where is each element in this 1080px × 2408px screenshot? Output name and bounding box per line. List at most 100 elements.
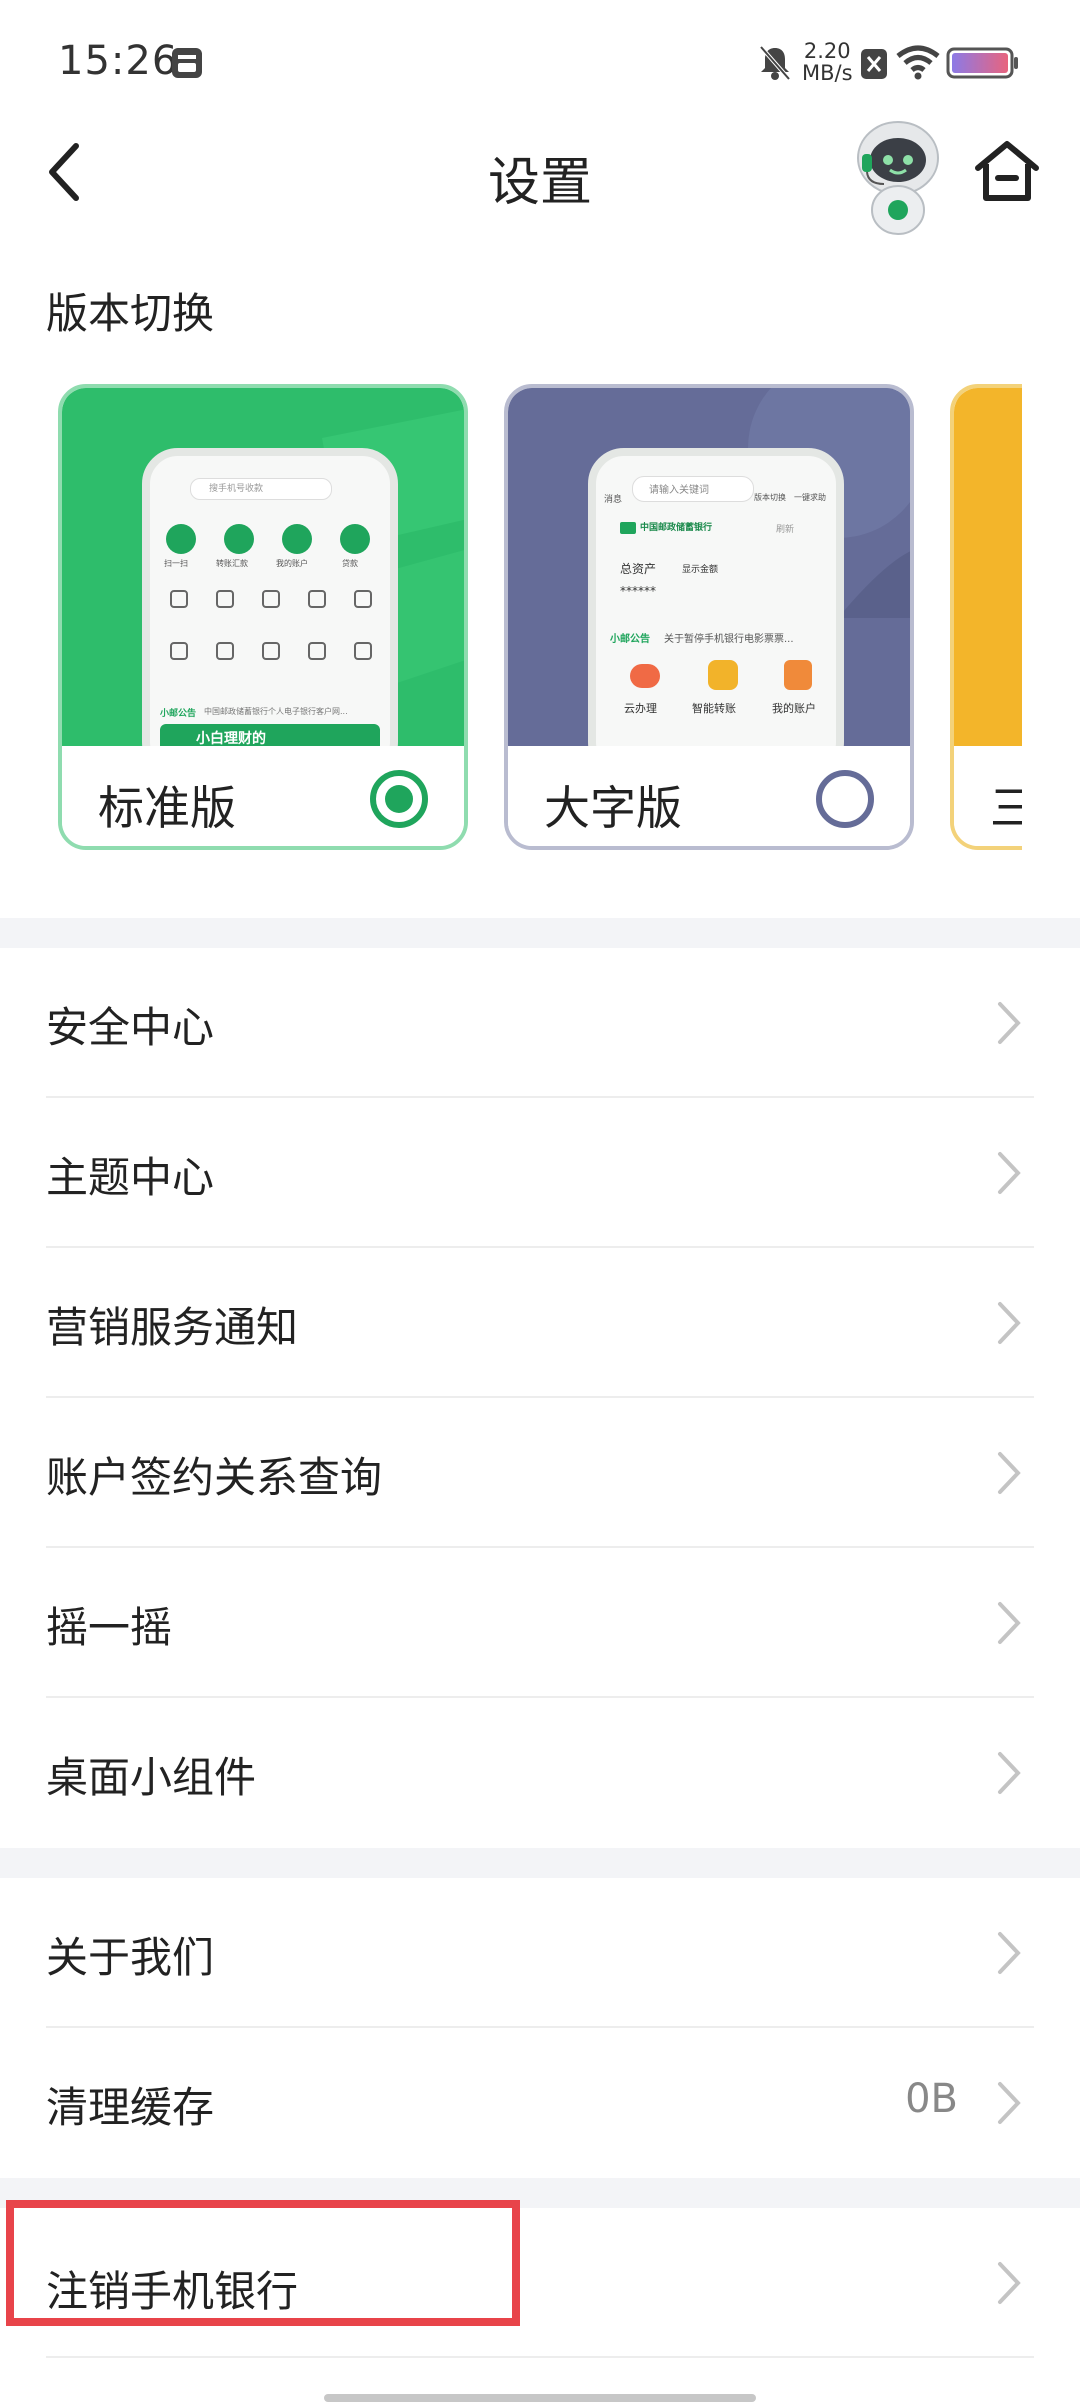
net-speed-value: 2.20 bbox=[803, 39, 851, 63]
preview-account-icon bbox=[784, 660, 812, 690]
chevron-right-icon bbox=[998, 1932, 1021, 1974]
preview-small-icon bbox=[262, 590, 280, 608]
preview-label-transfer: 转账汇款 bbox=[216, 559, 248, 568]
chevron-right-icon bbox=[998, 1752, 1021, 1794]
notification-app-icon bbox=[172, 48, 202, 78]
preview-label-scan: 扫一扫 bbox=[164, 559, 188, 568]
preview-small-icon bbox=[354, 642, 372, 660]
cache-size-value: 0B bbox=[905, 2076, 958, 2122]
preview-refresh: 刷新 bbox=[776, 525, 795, 535]
preview-label-my-account: 我的账户 bbox=[772, 702, 816, 715]
chevron-right-icon bbox=[998, 1602, 1021, 1644]
preview-scan-icon bbox=[166, 524, 196, 554]
preview-notice-tag: 小邮公告 bbox=[160, 709, 197, 719]
version-card-third[interactable]: 三 bbox=[950, 384, 1022, 850]
version-label-third: 三 bbox=[990, 772, 1022, 838]
radio-unselected-icon[interactable] bbox=[816, 770, 874, 828]
preview-notice-tag: 小邮公告 bbox=[610, 634, 650, 645]
preview-label-messages: 消息 bbox=[604, 495, 623, 505]
preview-label-version-switch: 版本切换 bbox=[754, 493, 786, 502]
gesture-home-bar[interactable] bbox=[324, 2394, 756, 2402]
version-card-large-font-footer: 大字版 bbox=[508, 746, 910, 846]
chevron-right-icon bbox=[998, 2082, 1021, 2124]
standard-phone-preview: 搜手机号收款 扫一扫 转账汇款 我的账户 贷款 小邮公告 中国邮政储蓄银行个人电… bbox=[142, 448, 398, 778]
preview-label-loan: 贷款 bbox=[342, 559, 358, 568]
row-label: 账户签约关系查询 bbox=[46, 1453, 383, 1502]
version-label-large-font: 大字版 bbox=[544, 781, 682, 835]
sim-blocked-icon bbox=[861, 49, 887, 79]
row-divider bbox=[46, 2356, 1034, 2358]
preview-small-icon bbox=[216, 590, 234, 608]
version-label-standard: 标准版 bbox=[98, 781, 236, 835]
large-font-phone-preview: 消息 请输入关键词 版本切换 一键求助 中国邮政储蓄银行 刷新 总资产 显示金额… bbox=[588, 448, 844, 778]
highlight-box bbox=[6, 2200, 520, 2326]
radio-selected-icon[interactable] bbox=[370, 770, 428, 828]
version-card-carousel[interactable]: 搜手机号收款 扫一扫 转账汇款 我的账户 贷款 小邮公告 中国邮政储蓄银行个人电… bbox=[0, 384, 1022, 854]
wifi-icon bbox=[896, 45, 940, 80]
preview-total-assets: 总资产 bbox=[620, 562, 657, 576]
chevron-right-icon bbox=[998, 1302, 1021, 1344]
preview-small-icon bbox=[170, 590, 188, 608]
preview-label-smart-transfer: 智能转账 bbox=[692, 702, 736, 715]
chevron-right-icon bbox=[998, 1152, 1021, 1194]
home-icon[interactable] bbox=[972, 136, 1042, 206]
version-card-standard[interactable]: 搜手机号收款 扫一扫 转账汇款 我的账户 贷款 小邮公告 中国邮政储蓄银行个人电… bbox=[58, 384, 468, 850]
mute-bell-icon bbox=[759, 45, 791, 81]
section-divider bbox=[0, 1848, 1080, 1878]
settings-row-shake[interactable]: 摇一摇 bbox=[0, 1548, 1080, 1698]
preview-small-icon bbox=[170, 642, 188, 660]
version-card-standard-footer: 标准版 bbox=[62, 746, 464, 846]
preview-notice-text: 关于暂停手机银行电影票票... bbox=[664, 634, 794, 645]
preview-banner-text: 小白理财的 bbox=[196, 731, 266, 747]
preview-small-icon bbox=[354, 590, 372, 608]
chevron-right-icon bbox=[998, 1002, 1021, 1044]
preview-masked-amount: ****** bbox=[620, 584, 656, 598]
preview-small-icon bbox=[308, 590, 326, 608]
preview-label-help: 一键求助 bbox=[794, 493, 826, 502]
battery-icon bbox=[946, 47, 1018, 79]
row-label: 关于我们 bbox=[46, 1933, 215, 1982]
preview-transfer-icon bbox=[224, 524, 254, 554]
version-card-third-footer: 三 bbox=[954, 746, 1022, 846]
preview-loan-icon bbox=[340, 524, 370, 554]
preview-bank-logo-icon bbox=[620, 522, 636, 534]
net-speed: 2.20 MB/s bbox=[802, 40, 853, 84]
row-label: 桌面小组件 bbox=[46, 1753, 257, 1802]
preview-search-bar: 请输入关键词 bbox=[632, 476, 754, 502]
settings-row-about-us[interactable]: 关于我们 bbox=[0, 1878, 1080, 2028]
preview-cloud-icon bbox=[630, 664, 660, 688]
preview-notice-text: 中国邮政储蓄银行个人电子银行客户网... bbox=[204, 707, 348, 716]
preview-show-amount: 显示金额 bbox=[682, 565, 719, 575]
preview-transfer-icon bbox=[708, 660, 738, 690]
settings-row-clear-cache[interactable]: 清理缓存 0B bbox=[0, 2028, 1080, 2178]
settings-row-desktop-widget[interactable]: 桌面小组件 bbox=[0, 1698, 1080, 1848]
settings-row-security-center[interactable]: 安全中心 bbox=[0, 948, 1080, 1098]
section-divider bbox=[0, 918, 1080, 948]
row-label: 清理缓存 bbox=[46, 2083, 215, 2132]
preview-label-cloud: 云办理 bbox=[624, 702, 657, 715]
robot-assistant-icon[interactable] bbox=[848, 118, 948, 236]
radio-dot bbox=[385, 785, 413, 813]
top-nav-bar: 设置 bbox=[0, 110, 1080, 240]
row-label: 营销服务通知 bbox=[46, 1303, 299, 1352]
settings-row-account-signing-query[interactable]: 账户签约关系查询 bbox=[0, 1398, 1080, 1548]
preview-small-icon bbox=[308, 642, 326, 660]
version-card-large-font[interactable]: 消息 请输入关键词 版本切换 一键求助 中国邮政储蓄银行 刷新 总资产 显示金额… bbox=[504, 384, 914, 850]
preview-small-icon bbox=[262, 642, 280, 660]
preview-bank-name: 中国邮政储蓄银行 bbox=[640, 523, 713, 533]
preview-account-icon bbox=[282, 524, 312, 554]
preview-label-account: 我的账户 bbox=[276, 559, 308, 568]
version-switch-title: 版本切换 bbox=[46, 289, 215, 338]
chevron-right-icon bbox=[998, 2262, 1021, 2304]
row-label: 主题中心 bbox=[46, 1153, 215, 1202]
row-label: 安全中心 bbox=[46, 1003, 215, 1052]
preview-search-placeholder: 搜手机号收款 bbox=[209, 484, 264, 494]
status-time: 15:26 bbox=[58, 38, 179, 84]
net-speed-unit: MB/s bbox=[802, 61, 853, 85]
row-label: 摇一摇 bbox=[46, 1603, 173, 1652]
settings-row-marketing-notification[interactable]: 营销服务通知 bbox=[0, 1248, 1080, 1398]
preview-small-icon bbox=[216, 642, 234, 660]
preview-search-bar: 搜手机号收款 bbox=[190, 478, 332, 500]
settings-row-theme-center[interactable]: 主题中心 bbox=[0, 1098, 1080, 1248]
preview-search-placeholder: 请输入关键词 bbox=[649, 485, 709, 496]
